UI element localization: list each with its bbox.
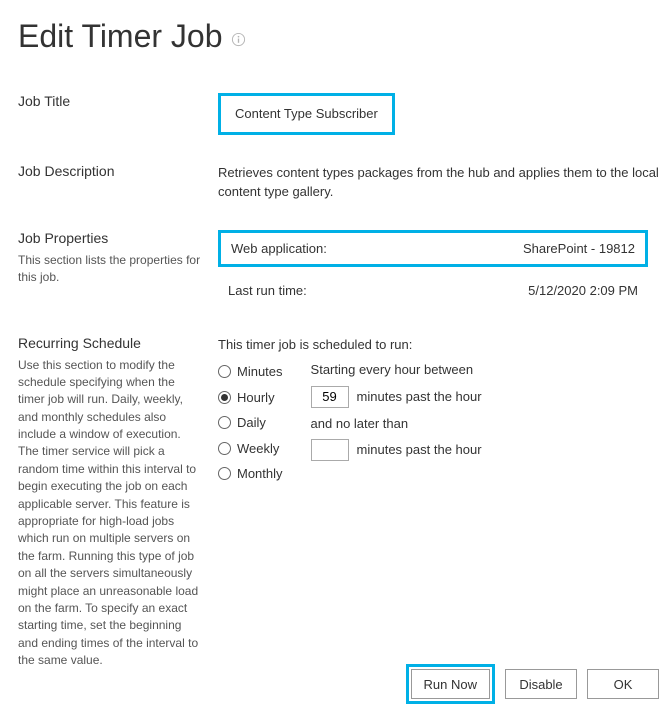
schedule-intro: This timer job is scheduled to run: bbox=[218, 335, 671, 355]
properties-table: Web application: SharePoint - 19812 Last… bbox=[218, 230, 648, 307]
radio-minutes[interactable]: Minutes bbox=[218, 362, 283, 382]
schedule-line-1: Starting every hour between bbox=[311, 360, 482, 380]
schedule-line-4: minutes past the hour bbox=[311, 439, 482, 461]
prop-row-webapp: Web application: SharePoint - 19812 bbox=[218, 230, 648, 268]
schedule-text-nolater: and no later than bbox=[311, 414, 409, 434]
schedule-radio-group: Minutes Hourly Daily Weekly Monthly bbox=[218, 360, 283, 484]
prop-lastrun-label: Last run time: bbox=[228, 281, 307, 301]
section-job-properties: Job Properties This section lists the pr… bbox=[18, 230, 671, 307]
radio-label-hourly: Hourly bbox=[237, 388, 275, 408]
start-minute-input[interactable] bbox=[311, 386, 349, 408]
radio-dot-weekly bbox=[218, 442, 231, 455]
radio-dot-monthly bbox=[218, 467, 231, 480]
schedule-line-3: and no later than bbox=[311, 414, 482, 434]
section-recurring-schedule: Recurring Schedule Use this section to m… bbox=[18, 335, 671, 670]
prop-webapp-label: Web application: bbox=[231, 239, 327, 259]
run-now-highlight: Run Now bbox=[406, 664, 495, 704]
schedule-details: Starting every hour between minutes past… bbox=[311, 360, 482, 461]
radio-weekly[interactable]: Weekly bbox=[218, 439, 283, 459]
label-job-description: Job Description bbox=[18, 163, 202, 179]
job-title-value: Content Type Subscriber bbox=[218, 93, 395, 135]
radio-monthly[interactable]: Monthly bbox=[218, 464, 283, 484]
end-minute-input[interactable] bbox=[311, 439, 349, 461]
radio-label-minutes: Minutes bbox=[237, 362, 283, 382]
ok-button[interactable]: OK bbox=[587, 669, 659, 699]
info-icon[interactable] bbox=[231, 18, 246, 55]
radio-dot-hourly bbox=[218, 391, 231, 404]
schedule-line-2: minutes past the hour bbox=[311, 386, 482, 408]
disable-button[interactable]: Disable bbox=[505, 669, 577, 699]
section-job-title: Job Title Content Type Subscriber bbox=[18, 93, 671, 135]
prop-webapp-value: SharePoint - 19812 bbox=[523, 239, 635, 259]
radio-label-weekly: Weekly bbox=[237, 439, 279, 459]
page-title-text: Edit Timer Job bbox=[18, 18, 223, 55]
schedule-text-minutes-past-2: minutes past the hour bbox=[357, 440, 482, 460]
page-title: Edit Timer Job bbox=[18, 18, 671, 55]
radio-hourly[interactable]: Hourly bbox=[218, 388, 283, 408]
job-description-value: Retrieves content types packages from th… bbox=[218, 165, 659, 200]
help-job-properties: This section lists the properties for th… bbox=[18, 252, 202, 287]
radio-label-daily: Daily bbox=[237, 413, 266, 433]
schedule-text-starting: Starting every hour between bbox=[311, 360, 474, 380]
help-recurring-schedule: Use this section to modify the schedule … bbox=[18, 357, 202, 670]
prop-lastrun-value: 5/12/2020 2:09 PM bbox=[528, 281, 638, 301]
label-job-title: Job Title bbox=[18, 93, 202, 109]
prop-row-lastrun: Last run time: 5/12/2020 2:09 PM bbox=[218, 275, 648, 307]
run-now-button[interactable]: Run Now bbox=[411, 669, 490, 699]
radio-label-monthly: Monthly bbox=[237, 464, 283, 484]
button-row: Run Now Disable OK bbox=[406, 664, 659, 704]
section-job-description: Job Description Retrieves content types … bbox=[18, 163, 671, 202]
radio-daily[interactable]: Daily bbox=[218, 413, 283, 433]
radio-dot-daily bbox=[218, 416, 231, 429]
label-recurring-schedule: Recurring Schedule bbox=[18, 335, 202, 351]
radio-dot-minutes bbox=[218, 365, 231, 378]
schedule-text-minutes-past-1: minutes past the hour bbox=[357, 387, 482, 407]
label-job-properties: Job Properties bbox=[18, 230, 202, 246]
